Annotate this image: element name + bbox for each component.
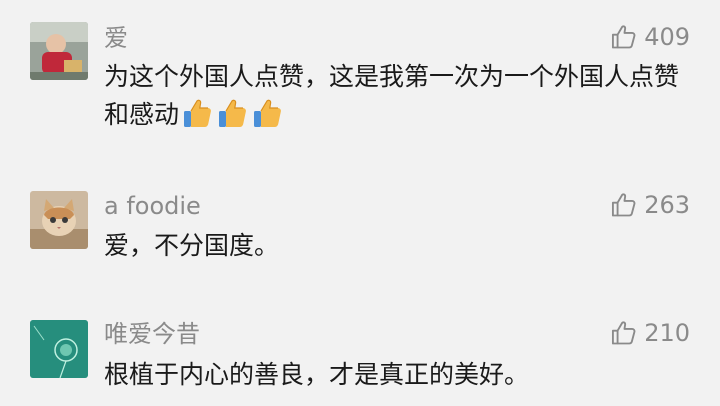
avatar[interactable] [30,320,88,378]
avatar[interactable] [30,191,88,249]
comment-nickname[interactable]: 唯爱今昔 [104,320,200,348]
comment-text: 根植于内心的善良，才是真正的美好。 [104,360,530,389]
comment-text: 爱，不分国度。 [104,231,280,260]
comment-text: 为这个外国人点赞，这是我第一次为一个外国人点赞和感动 [104,58,690,134]
thumbs-up-outline-icon [610,319,638,347]
like-count: 263 [644,191,690,219]
like-count: 409 [644,23,690,51]
thumbs-up-outline-icon [610,23,638,51]
comment-nickname[interactable]: 爱 [104,24,128,52]
comment-nickname[interactable]: a foodie [104,192,201,220]
comment-item: 爱 409 为这个外国人点赞，这是我第一次为一个外国人点赞和感动 [0,0,720,170]
thumbs-up-emoji [182,97,214,129]
avatar[interactable] [30,22,88,80]
like-button[interactable]: 263 [610,190,690,220]
thumbs-up-emoji [217,97,249,129]
thumbs-up-outline-icon [610,191,638,219]
like-button[interactable]: 210 [610,318,690,348]
like-button[interactable]: 409 [610,22,690,52]
like-count: 210 [644,319,690,347]
thumbs-up-emoji [252,97,284,129]
